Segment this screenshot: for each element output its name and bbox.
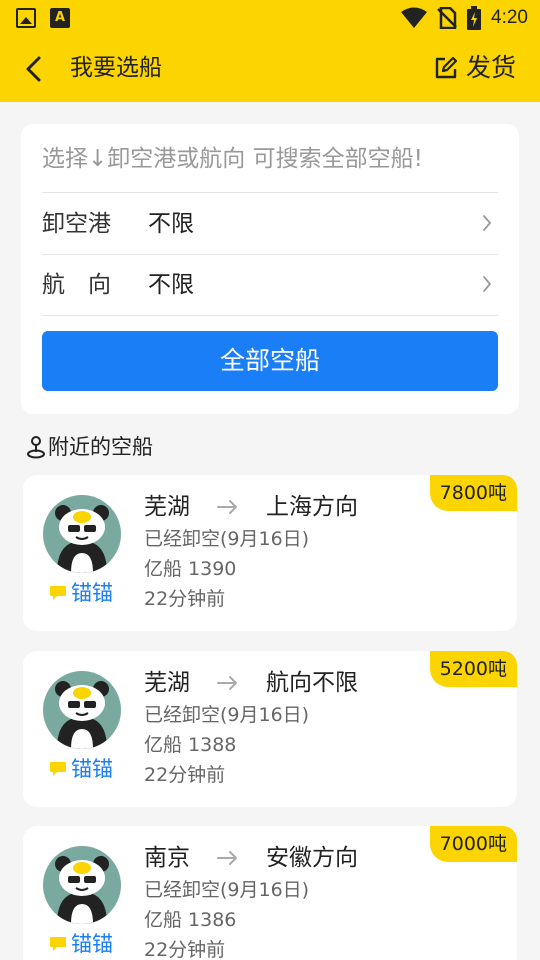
- filter-label: 卸空港: [42, 211, 111, 237]
- route-to: 上海方向: [266, 494, 358, 520]
- a-notification-icon: A: [50, 8, 70, 28]
- status-time: 4:20: [491, 7, 528, 28]
- time-ago: 22分钟前: [144, 939, 226, 960]
- tonnage-badge: 5200吨: [429, 651, 517, 687]
- ship-card[interactable]: 5200吨 锚锚 芜湖 航向不限 已经卸空(9月16日) 亿船 1388 22分…: [23, 651, 517, 807]
- edit-icon: [435, 56, 458, 79]
- battery-icon: [467, 6, 482, 30]
- status-bar: A 4:20: [0, 0, 540, 36]
- ship-name: 亿船 1388: [144, 734, 237, 756]
- divider: [42, 315, 498, 316]
- ship-card[interactable]: 7800吨 锚锚 芜湖 上海方向 已经卸空(9月16日) 亿船 1390 22分…: [23, 475, 517, 631]
- chat-icon: [50, 762, 66, 776]
- unload-status: 已经卸空(9月16日): [144, 879, 310, 901]
- panda-avatar: [43, 495, 121, 573]
- owner-tag: 锚锚: [49, 755, 113, 783]
- chevron-right-icon: [483, 215, 492, 231]
- filter-label: 航 向: [42, 272, 111, 298]
- chevron-right-icon: [483, 276, 492, 292]
- route-to: 航向不限: [266, 670, 358, 696]
- app-bar: 我要选船 发货: [0, 36, 540, 102]
- deliver-label: 发货: [465, 53, 516, 82]
- joystick-icon: [27, 436, 45, 459]
- tonnage-badge: 7800吨: [429, 475, 517, 511]
- all-empty-ships-button[interactable]: 全部空船: [42, 331, 498, 391]
- image-icon: [16, 8, 36, 28]
- search-card: 选择↓卸空港或航向 可搜索全部空船! 卸空港 不限 航 向 不限 全部空船: [21, 124, 519, 414]
- owner-name: 锚锚: [71, 757, 113, 781]
- time-ago: 22分钟前: [144, 588, 226, 610]
- route: 芜湖 航向不限: [144, 665, 358, 701]
- chat-icon: [50, 586, 66, 600]
- ship-name: 亿船 1386: [144, 909, 237, 931]
- route-to: 安徽方向: [266, 845, 358, 871]
- no-sim-icon: [437, 7, 457, 29]
- route-from: 芜湖: [144, 494, 190, 520]
- route: 南京 安徽方向: [144, 840, 358, 876]
- owner-tag: 锚锚: [49, 930, 113, 958]
- deliver-button[interactable]: 发货: [434, 50, 516, 86]
- filter-unload-port[interactable]: 卸空港 不限: [42, 194, 498, 254]
- nearby-title: 附近的空船: [48, 435, 153, 459]
- panda-avatar: [43, 846, 121, 924]
- owner-name: 锚锚: [71, 932, 113, 956]
- arrow-right-icon: [217, 676, 237, 690]
- time-ago: 22分钟前: [144, 764, 226, 786]
- chat-icon: [50, 937, 66, 951]
- ship-name: 亿船 1390: [144, 558, 237, 580]
- arrow-right-icon: [217, 851, 237, 865]
- back-icon[interactable]: [24, 56, 44, 82]
- page-title: 我要选船: [70, 55, 162, 81]
- divider: [42, 192, 498, 193]
- wifi-icon: [401, 7, 428, 28]
- ship-card[interactable]: 7000吨 锚锚 南京 安徽方向 已经卸空(9月16日) 亿船 1386 22分…: [23, 826, 517, 960]
- route-from: 芜湖: [144, 670, 190, 696]
- nearby-heading: 附近的空船: [26, 432, 153, 462]
- filter-value: 不限: [148, 272, 194, 298]
- owner-name: 锚锚: [71, 581, 113, 605]
- panda-avatar: [43, 671, 121, 749]
- arrow-right-icon: [217, 500, 237, 514]
- unload-status: 已经卸空(9月16日): [144, 704, 310, 726]
- owner-tag: 锚锚: [49, 579, 113, 607]
- tonnage-badge: 7000吨: [429, 826, 517, 862]
- route: 芜湖 上海方向: [144, 489, 358, 525]
- route-from: 南京: [144, 845, 190, 871]
- search-hint: 选择↓卸空港或航向 可搜索全部空船!: [42, 146, 423, 172]
- unload-status: 已经卸空(9月16日): [144, 528, 310, 550]
- filter-direction[interactable]: 航 向 不限: [42, 255, 498, 315]
- filter-value: 不限: [148, 211, 194, 237]
